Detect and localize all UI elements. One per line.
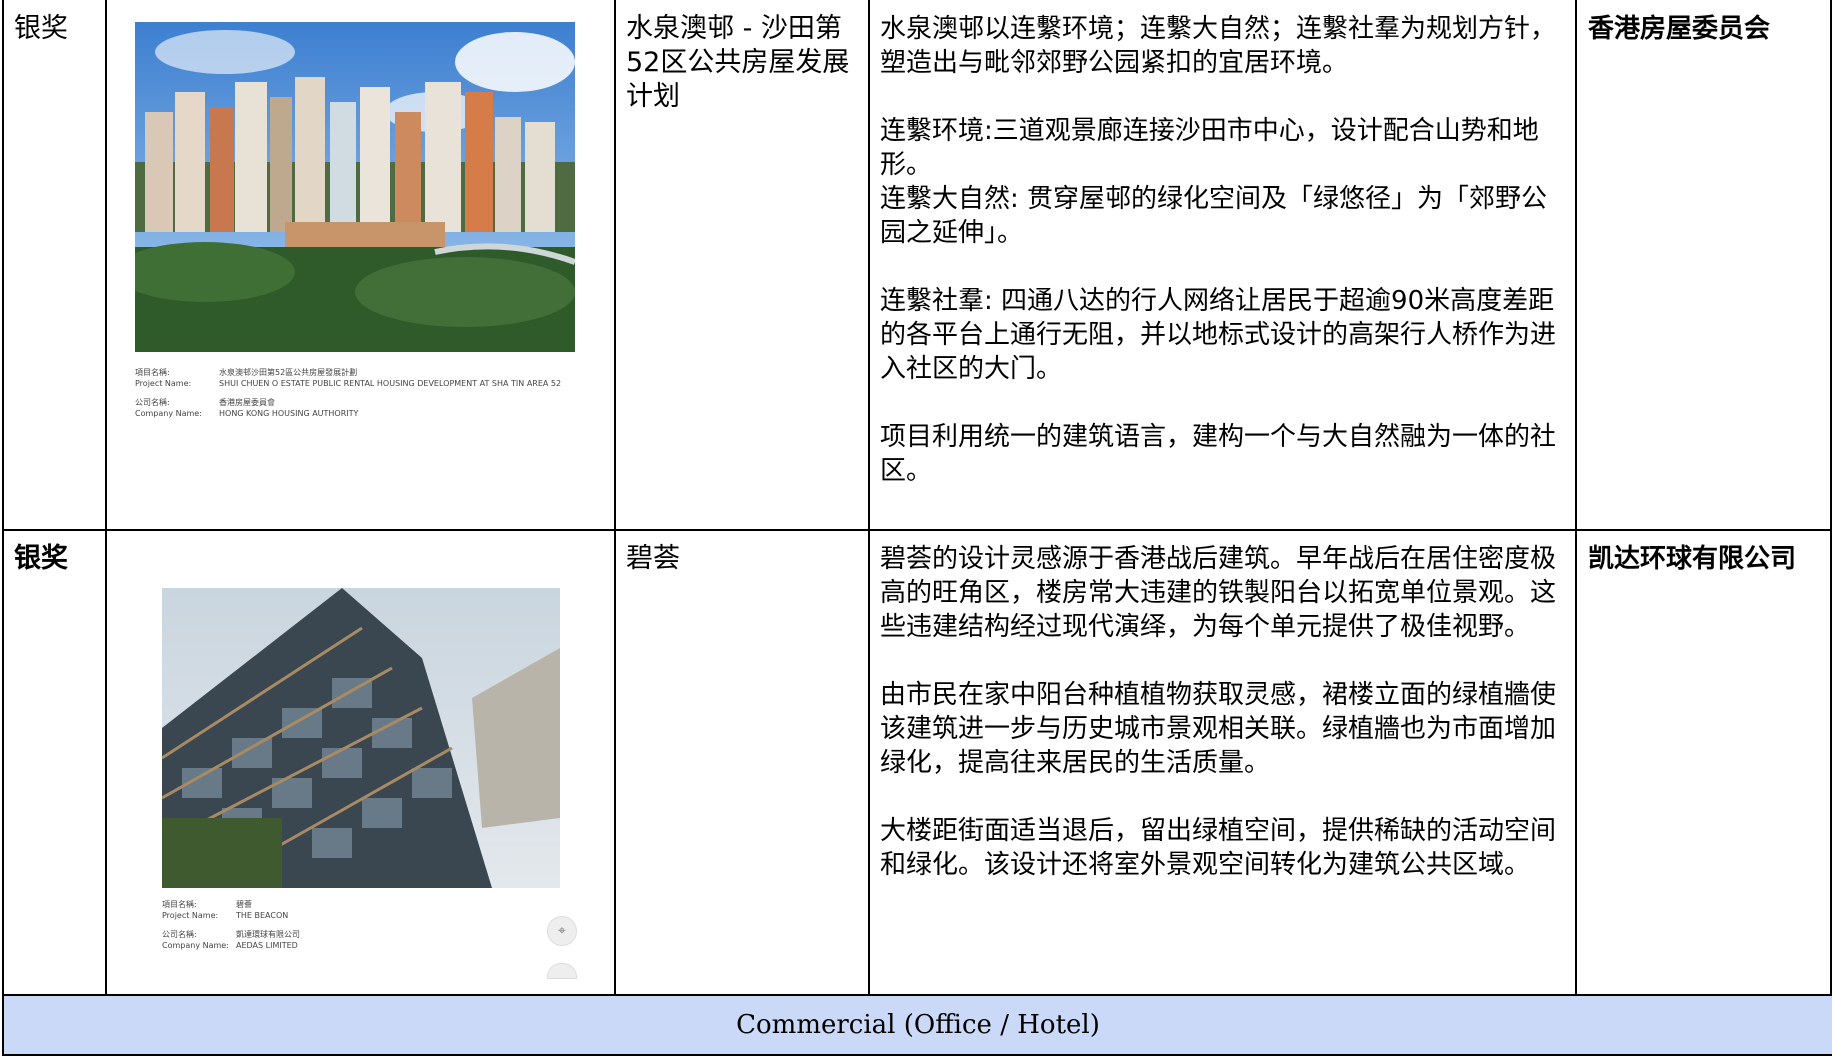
description-paragraph: 水泉澳邨以连繫环境；连繫大自然；连繫社羣为规划方针，塑造出与毗邻郊野公园紧扣的宜… — [880, 14, 1557, 78]
description-paragraph: 连繫社羣: 四通八达的行人网络让居民于超逾90米高度差距的各平台上通行无阻，并以… — [880, 286, 1557, 384]
award-label: 银奖 — [14, 13, 68, 44]
table-right-border — [1830, 0, 1832, 1056]
caption-project-value: 碧薈 THE BEACON — [236, 900, 289, 920]
caption-company-value: 凱達環球有限公司 AEDAS LIMITED — [236, 930, 300, 950]
section-header: Commercial (Office / Hotel) — [4, 996, 1832, 1054]
award-cell: 银奖 — [14, 12, 102, 46]
table-col-divider — [868, 0, 870, 995]
fit-screen-icon[interactable]: ⌖ — [547, 916, 577, 946]
company-name: 香港房屋委员会 — [1588, 14, 1771, 44]
project-photo — [135, 22, 575, 352]
viewer-control-partial[interactable] — [547, 963, 577, 979]
caption-company-label: 公司名稱: Company Name: — [162, 930, 229, 950]
image-caption: 項目名稱: Project Name: 碧薈 THE BEACON 公司名稱: … — [162, 899, 560, 951]
section-header-label: Commercial (Office / Hotel) — [736, 1010, 1100, 1040]
company-cell: 凯达环球有限公司 — [1588, 542, 1826, 576]
description-paragraph: 碧荟的设计灵感源于香港战后建筑。早年战后在居住密度极高的旺角区，楼房常大违建的铁… — [880, 544, 1557, 642]
description-paragraph: 由市民在家中阳台种植植物获取灵感，裙楼立面的绿植牆使该建筑进一步与历史城市景观相… — [880, 680, 1557, 778]
company-cell: 香港房屋委员会 — [1588, 12, 1826, 46]
table-col-divider — [614, 0, 616, 995]
project-name: 碧荟 — [626, 543, 680, 574]
project-name: 水泉澳邨 - 沙田第52区公共房屋发展计划 — [626, 13, 850, 112]
caption-project-label: 項目名稱: Project Name: — [135, 368, 192, 388]
project-photo — [162, 588, 560, 888]
caption-company-value: 香港房屋委員會 HONG KONG HOUSING AUTHORITY — [219, 398, 359, 418]
caption-project-value: 水泉澳邨沙田第52區公共房屋發展計劃 SHUI CHUEN O ESTATE P… — [219, 368, 562, 388]
project-image-cell: 項目名稱: Project Name: 碧薈 THE BEACON 公司名稱: … — [107, 531, 614, 994]
company-name: 凯达环球有限公司 — [1588, 544, 1797, 574]
award-cell: 银奖 — [14, 542, 102, 576]
image-caption: 項目名稱: Project Name: 水泉澳邨沙田第52區公共房屋發展計劃 S… — [135, 367, 595, 419]
project-name-cell: 水泉澳邨 - 沙田第52区公共房屋发展计划 — [626, 12, 862, 114]
caption-project-label: 項目名稱: Project Name: — [162, 900, 219, 920]
description-paragraph: 项目利用统一的建筑语言，建构一个与大自然融为一体的社区。 — [880, 422, 1557, 486]
table-col-divider — [1575, 0, 1577, 995]
table-left-border — [2, 0, 4, 1056]
description-paragraph: 大楼距街面适当退后，留出绿植空间，提供稀缺的活动空间和绿化。该设计还将室外景观空… — [880, 816, 1557, 880]
project-name-cell: 碧荟 — [626, 542, 862, 576]
description-cell: 碧荟的设计灵感源于香港战后建筑。早年战后在居住密度极高的旺角区，楼房常大违建的铁… — [880, 542, 1568, 882]
caption-company-label: 公司名稱: Company Name: — [135, 398, 202, 418]
description-paragraph: 连繫环境:三道观景廊连接沙田市中心，设计配合山势和地形。 连繫大自然: 贯穿屋邨… — [880, 116, 1548, 248]
award-label: 银奖 — [14, 543, 68, 574]
description-cell: 水泉澳邨以连繫环境；连繫大自然；连繫社羣为规划方针，塑造出与毗邻郊野公园紧扣的宜… — [880, 12, 1568, 488]
project-image-cell: 項目名稱: Project Name: 水泉澳邨沙田第52區公共房屋發展計劃 S… — [107, 2, 614, 529]
